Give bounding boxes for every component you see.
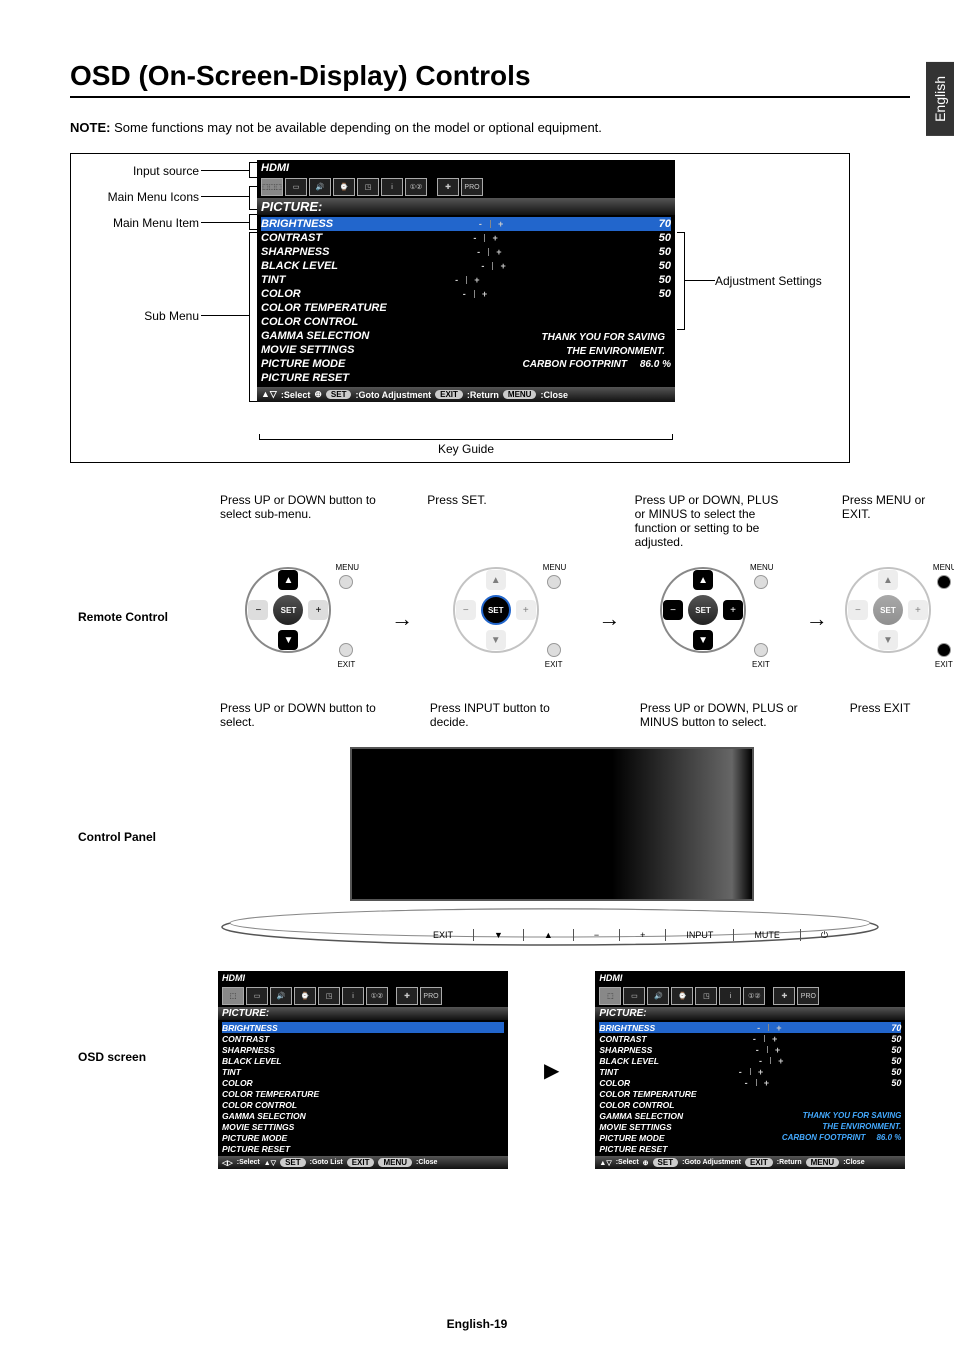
osd-item-tint: TINT-+50 <box>261 273 671 287</box>
remote-pad-3: ▲▼ −+ SET MENU EXIT <box>650 557 776 665</box>
panel-step-4-text: Press EXIT <box>850 701 954 741</box>
remote-step-2-text: Press SET. <box>427 493 584 553</box>
remote-step-3-text: Press UP or DOWN, PLUS or MINUS to selec… <box>635 493 792 553</box>
language-tab: English <box>926 62 954 136</box>
note-label: NOTE: <box>70 120 110 135</box>
osd-tab-multidsp: ①② <box>405 178 427 196</box>
label-sub-menu: Sub Menu <box>71 309 199 323</box>
note-line: NOTE: Some functions may not be availabl… <box>0 98 954 145</box>
panel-step-3-text: Press UP or DOWN, PLUS or MINUS button t… <box>640 701 799 741</box>
osd-item-contrast: CONTRAST-+50 <box>261 231 671 245</box>
osd-item-brightness: BRIGHTNESS -+ 70 <box>261 217 671 231</box>
monitor-illustration: EXIT ▼ ▲ − + INPUT MUTE ⏻ <box>220 747 880 947</box>
panel-button-row: EXIT ▼ ▲ − + INPUT MUTE ⏻ <box>433 929 828 941</box>
osd-item-picreset: PICTURE RESET <box>261 371 671 385</box>
panel-btn-down-icon: ▼ <box>494 930 503 940</box>
page-footer: English-19 <box>0 1317 954 1331</box>
panel-btn-power-icon: ⏻ <box>821 930 828 941</box>
page-title: OSD (On-Screen-Display) Controls <box>70 0 910 98</box>
flow-arrow-icon: → <box>391 573 413 665</box>
remote-pad-2: ▲▼ −+ SET MENU EXIT <box>443 557 569 665</box>
osd-tab-schedule: ⌚ <box>333 178 355 196</box>
osd-key-guide: ▲▽:Select ⊕SET:Goto Adjustment EXIT:Retu… <box>257 387 675 402</box>
osd-tab-advanced: PRO <box>461 178 483 196</box>
osd-item-gamma: GAMMA SELECTION THANK YOU FOR SAVING <box>261 329 671 343</box>
label-key-guide: Key Guide <box>259 434 673 456</box>
osd-window-right: HDMI ⬚▭🔊⌚◳i①②✚PRO PICTURE: BRIGHTNESS-+7… <box>595 971 905 1169</box>
panel-steps-row: Press UP or DOWN button to select. Press… <box>220 701 954 741</box>
panel-btn-minus-icon: − <box>594 930 599 940</box>
osd-tab-adjust: ▭ <box>285 178 307 196</box>
osd-tab-picture: ⬚⬚⬚ <box>261 178 283 196</box>
osd-item-blacklevel: BLACK LEVEL-+50 <box>261 259 671 273</box>
remote-pad-4: ▲▼ −+ SET MENU EXIT <box>845 557 951 665</box>
osd-tab-pip: ◳ <box>357 178 379 196</box>
flow-arrow-icon: → <box>805 573 827 665</box>
osd-item-color: COLOR-+50 <box>261 287 671 301</box>
remote-control-title: Remote Control <box>78 610 168 624</box>
panel-step-1-text: Press UP or DOWN button to select. <box>220 701 379 741</box>
panel-btn-mute: MUTE <box>754 930 780 940</box>
osd-window-left: HDMI ⬚▭🔊⌚◳i①②✚PRO PICTURE: BRIGHTNESS CO… <box>218 971 508 1169</box>
nav-arrows-icon: ▲▽ <box>261 389 277 400</box>
panel-step-2-text: Press INPUT button to decide. <box>430 701 589 741</box>
panel-btn-up-icon: ▲ <box>544 930 553 940</box>
dpad-minus-icon: − <box>248 600 268 620</box>
osd-menu-icons: ⬚⬚⬚ ▭ 🔊 ⌚ ◳ i ①② ✚ PRO <box>257 176 675 198</box>
label-adjustment-settings: Adjustment Settings <box>715 274 845 288</box>
remote-steps-row: Press UP or DOWN button to select sub-me… <box>220 493 954 665</box>
osd-item-sharpness: SHARPNESS-+50 <box>261 245 671 259</box>
osd-item-picmode: PICTURE MODE CARBON FOOTPRINT 86.0 % <box>261 357 671 371</box>
osd-screen-row: HDMI ⬚▭🔊⌚◳i①②✚PRO PICTURE: BRIGHTNESS CO… <box>218 971 954 1169</box>
osd-input-source: HDMI <box>257 160 675 176</box>
panel-btn-plus-icon: + <box>640 930 645 940</box>
remote-step-1-text: Press UP or DOWN button to select sub-me… <box>220 493 377 553</box>
label-input-source: Input source <box>71 164 199 178</box>
osd-item-movie: MOVIE SETTINGS THE ENVIRONMENT. <box>261 343 671 357</box>
osd-item-colortemp: COLOR TEMPERATURE <box>261 301 671 315</box>
osd-item-value: 70 <box>649 218 671 230</box>
panel-btn-input: INPUT <box>686 930 713 940</box>
panel-btn-exit: EXIT <box>433 930 453 940</box>
osd-tab-protect: ✚ <box>437 178 459 196</box>
diagram-container: Input source Main Menu Icons Main Menu I… <box>70 153 850 463</box>
osd-tab-osd: i <box>381 178 403 196</box>
remote-pad-1: ▲ ▼ − + SET MENU EXIT <box>235 557 361 665</box>
flow-arrow-icon: ▶ <box>544 1058 559 1083</box>
osd-window-main: HDMI ⬚⬚⬚ ▭ 🔊 ⌚ ◳ i ①② ✚ PRO PICTURE: BRI… <box>257 160 675 402</box>
dpad-up-icon: ▲ <box>278 570 298 590</box>
remote-step-4-text: Press MENU or EXIT. <box>842 493 954 553</box>
control-panel-title: Control Panel <box>78 830 156 844</box>
menu-button-icon <box>339 575 353 589</box>
osd-item-colorcontrol: COLOR CONTROL <box>261 315 671 329</box>
flow-arrow-icon: → <box>598 573 620 665</box>
exit-button-icon <box>339 643 353 657</box>
monitor-base-icon <box>220 907 880 947</box>
note-text: Some functions may not be available depe… <box>114 120 602 135</box>
osd-screen-title: OSD screen <box>78 1050 146 1064</box>
monitor-screen <box>350 747 754 901</box>
osd-tab-audio: 🔊 <box>309 178 331 196</box>
label-main-menu-icons: Main Menu Icons <box>71 190 199 204</box>
dpad-down-icon: ▼ <box>278 630 298 650</box>
label-main-menu-item: Main Menu Item <box>71 216 199 230</box>
plus-icon: ⊕ <box>314 389 322 400</box>
osd-items-list: BRIGHTNESS -+ 70 CONTRAST-+50 SHARPNESS-… <box>257 215 675 387</box>
dpad-plus-icon: + <box>308 600 328 620</box>
osd-item-label: BRIGHTNESS <box>261 218 333 230</box>
osd-section-title: PICTURE: <box>257 198 675 215</box>
